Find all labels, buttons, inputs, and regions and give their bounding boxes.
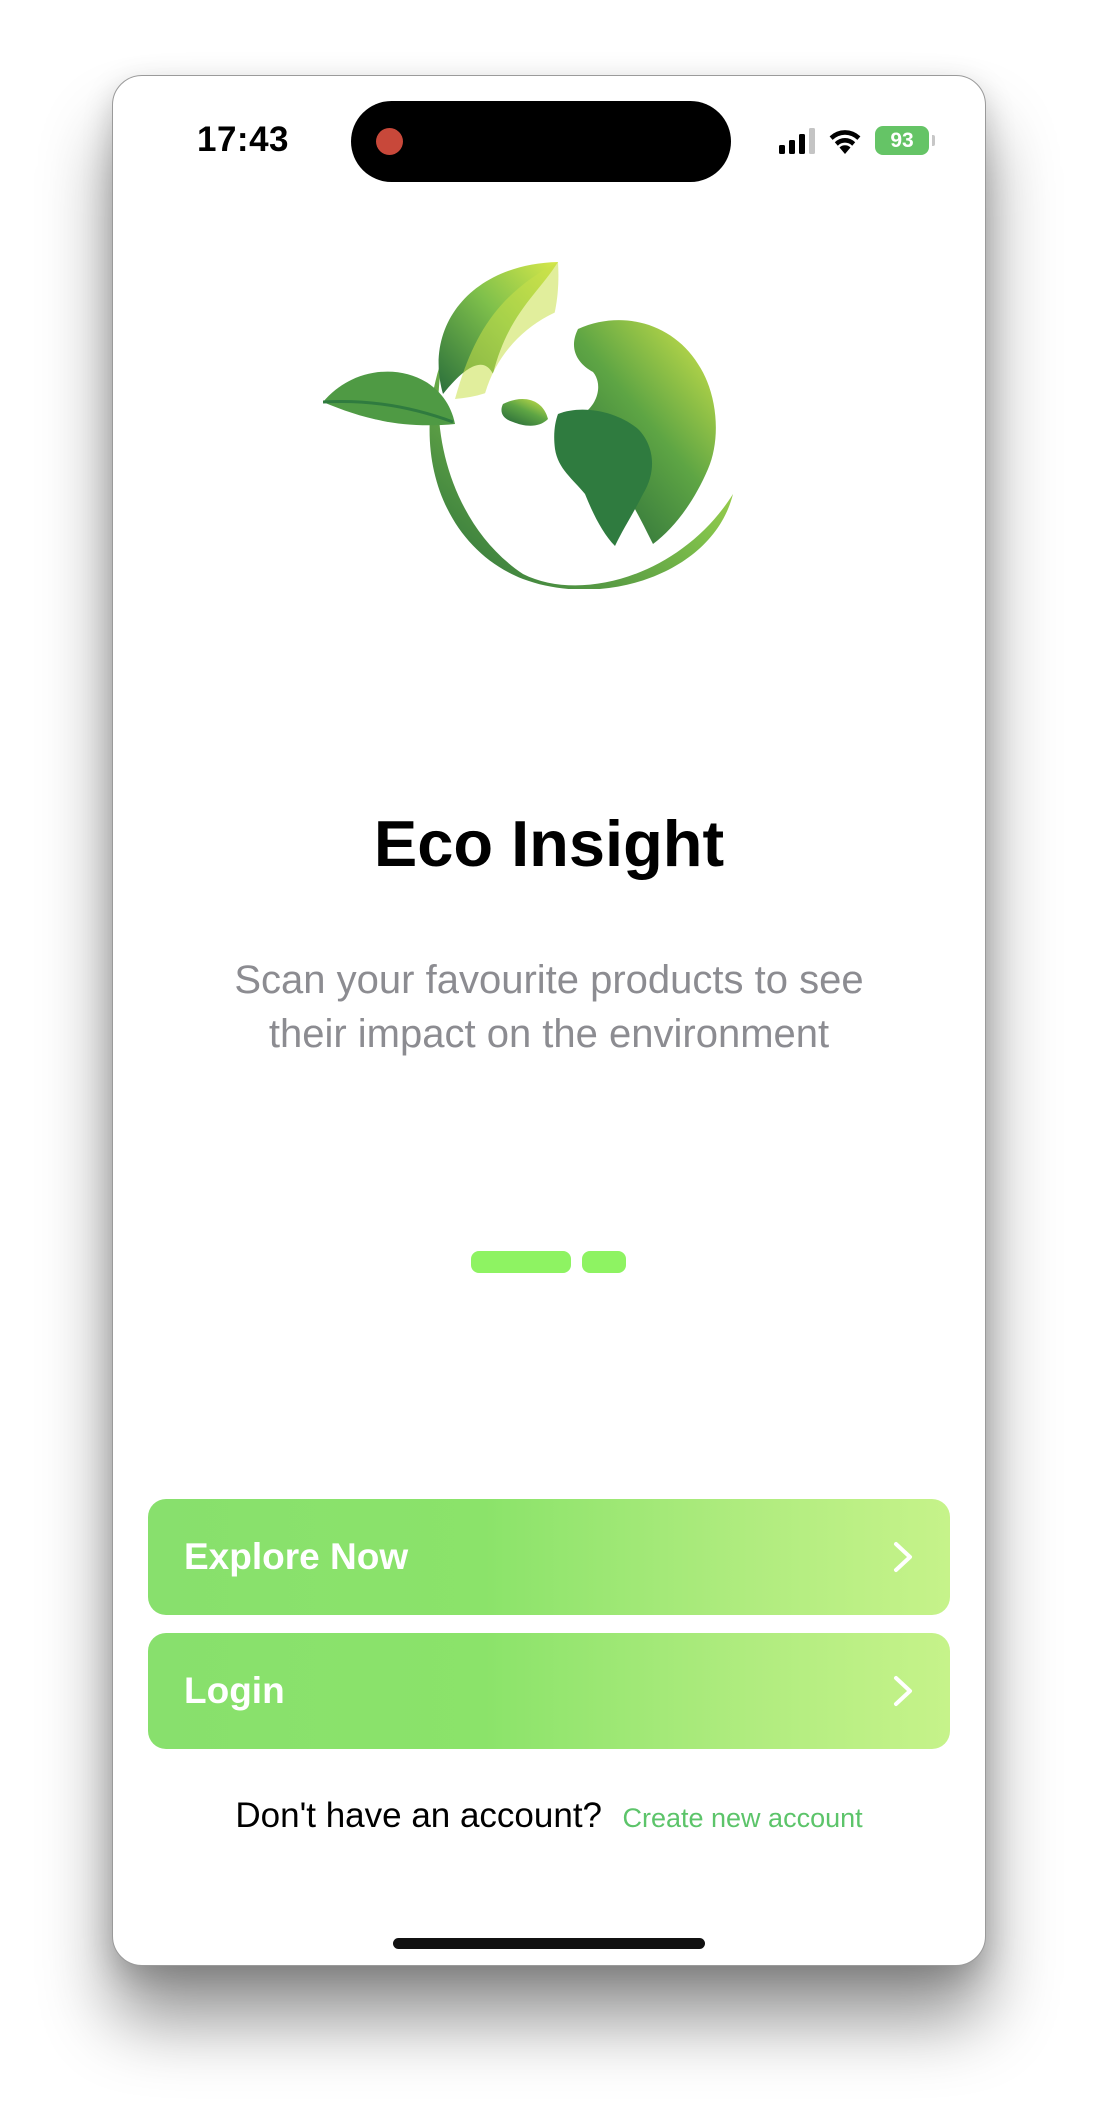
explore-now-button[interactable]: Explore Now	[148, 1499, 950, 1615]
phone-frame: 17:43 93 Eco Insight Scan your favourite…	[112, 75, 986, 1966]
page-indicator-dot[interactable]	[582, 1251, 626, 1273]
app-tagline: Scan your favourite products to see thei…	[234, 958, 864, 1056]
create-account-link[interactable]: Create new account	[622, 1803, 862, 1833]
status-time: 17:43	[197, 120, 290, 159]
dynamic-island	[351, 101, 731, 182]
home-indicator[interactable]	[393, 1938, 705, 1949]
wifi-icon	[829, 130, 861, 154]
app-title: Eco Insight	[373, 807, 725, 880]
recording-indicator-icon	[376, 128, 403, 155]
login-button[interactable]: Login	[148, 1633, 950, 1749]
screenshot-stage: 17:43 93 Eco Insight Scan your favourite…	[0, 0, 1096, 2112]
battery-charging-icon: 93	[875, 126, 935, 155]
page-indicator-dot-active[interactable]	[471, 1251, 571, 1273]
chevron-right-icon	[894, 1676, 912, 1706]
signal-icon	[779, 127, 815, 154]
chevron-right-icon	[894, 1542, 912, 1572]
page-indicator	[471, 1251, 626, 1273]
login-label: Login	[184, 1670, 285, 1711]
explore-now-label: Explore Now	[184, 1536, 409, 1577]
signup-prompt: Don't have an account?	[235, 1796, 603, 1835]
signup-row: Don't have an account? Create new accoun…	[113, 1796, 985, 1836]
battery-level: 93	[890, 129, 914, 152]
status-icons: 93	[779, 126, 935, 155]
earth-leaf-logo	[323, 262, 736, 589]
